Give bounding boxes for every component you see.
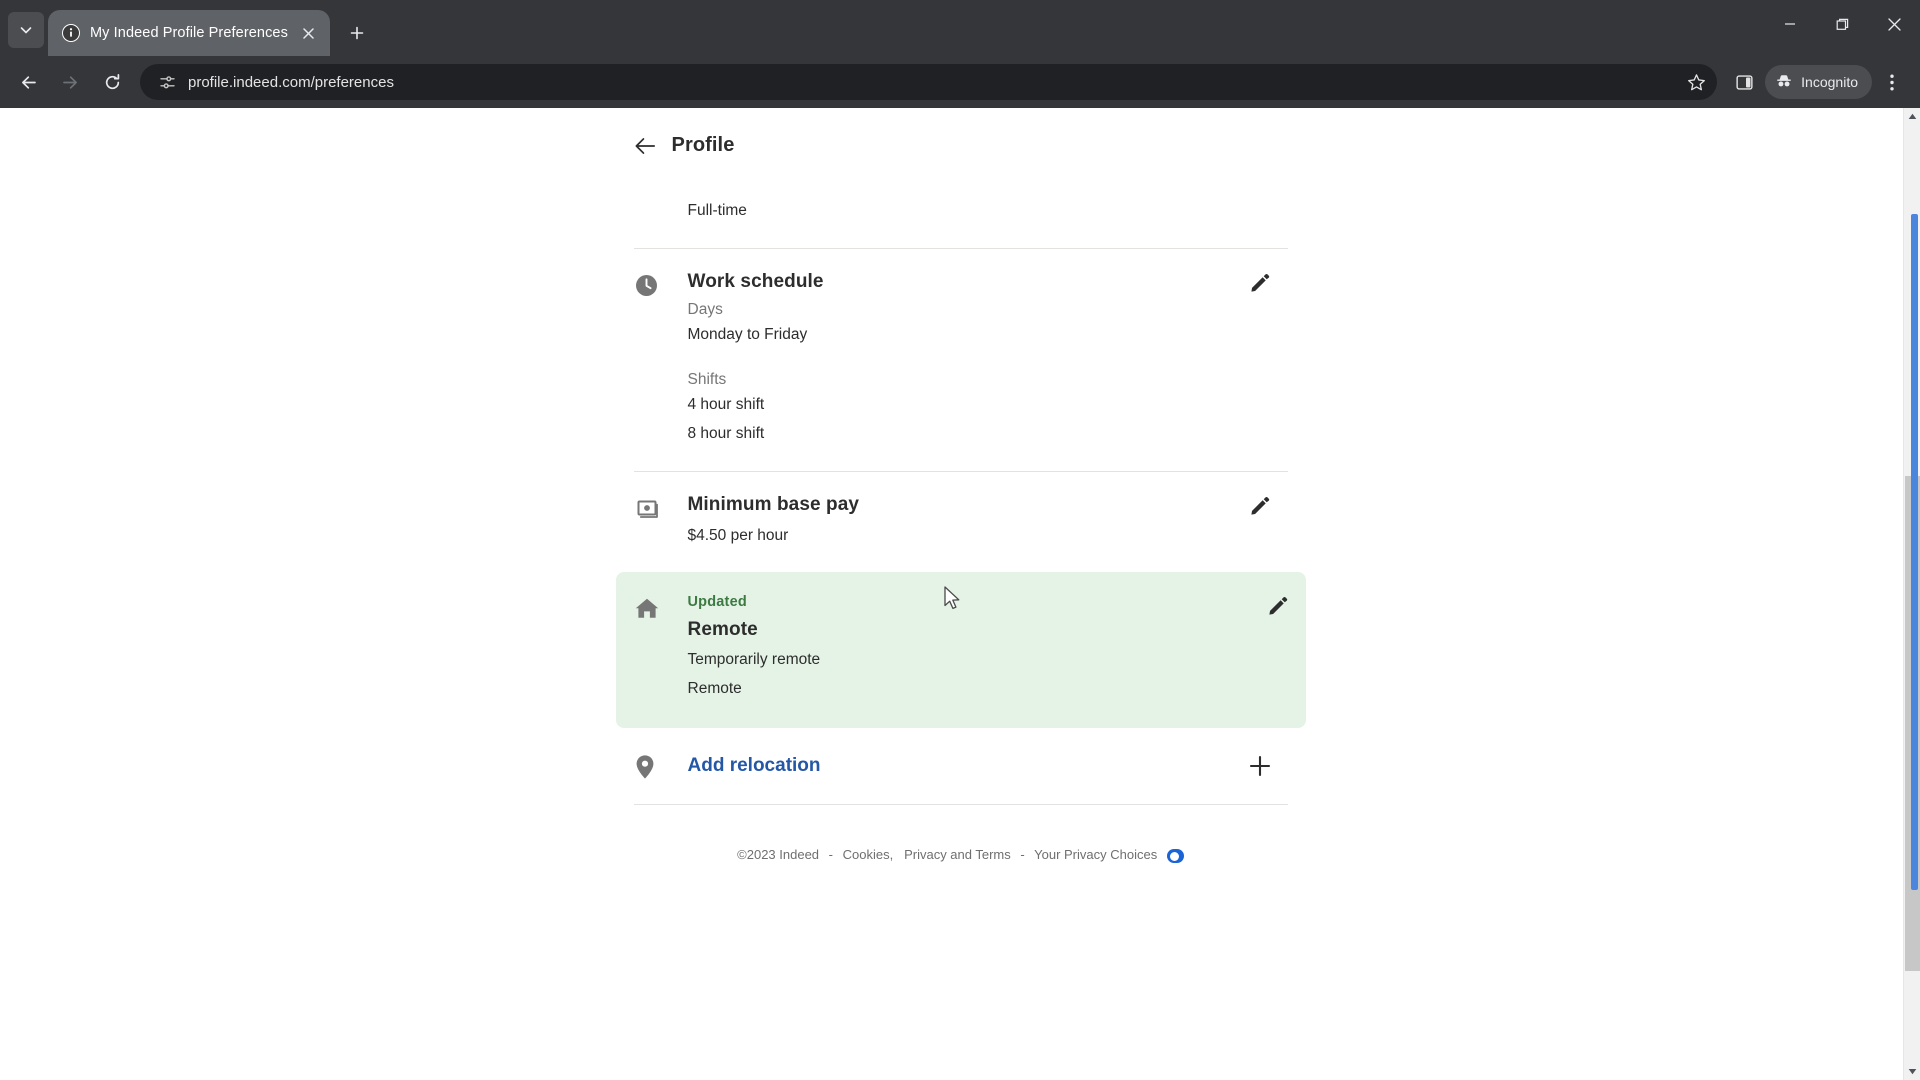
page-title: Profile <box>671 134 735 156</box>
section-remote-updated-card: Updated Remote Temporarily remote Remote <box>615 572 1306 728</box>
add-relocation-row[interactable]: Add relocation <box>634 728 1288 804</box>
remote-title: Remote <box>687 619 758 641</box>
browser-menu-icon[interactable] <box>1874 64 1910 100</box>
partial-row-body: Full-time <box>688 197 1232 226</box>
shift-value-1: 4 hour shift <box>687 396 765 414</box>
maximize-icon[interactable] <box>1816 0 1868 48</box>
back-arrow-icon[interactable] <box>634 136 656 156</box>
window-controls <box>1764 0 1920 48</box>
remote-card-body: Updated Remote Temporarily remote Remote <box>688 594 1250 703</box>
work-schedule-body: Work schedule Days Monday to Friday Shif… <box>688 271 1232 449</box>
incognito-label: Incognito <box>1801 74 1858 90</box>
reload-icon[interactable] <box>92 62 132 102</box>
partial-row-icon-slot <box>634 197 688 226</box>
section-minimum-base-pay: Minimum base pay $4.50 per hour <box>634 472 1288 573</box>
days-value: Monday to Friday <box>687 325 808 343</box>
info-favicon <box>62 24 80 42</box>
partial-job-type-row: Full-time <box>634 157 1288 248</box>
footer-privacy-link[interactable]: Privacy and Terms <box>904 847 1011 862</box>
clock-icon <box>634 271 688 449</box>
browser-toolbar: profile.indeed.com/preferences Incognito <box>0 56 1920 108</box>
edit-remote-button[interactable] <box>1250 594 1306 703</box>
minimize-icon[interactable] <box>1764 0 1816 48</box>
section-work-schedule: Work schedule Days Monday to Friday Shif… <box>634 249 1288 471</box>
tab-strip: My Indeed Profile Preferences <box>0 0 1920 56</box>
close-icon[interactable] <box>298 22 320 44</box>
edit-minimum-base-pay-button[interactable] <box>1232 494 1288 551</box>
days-label: Days <box>687 300 723 318</box>
badge-dot-icon <box>1169 851 1179 861</box>
footer-privacy-choices-link[interactable]: Your Privacy Choices <box>1034 847 1157 862</box>
job-type-value: Full-time <box>687 202 747 219</box>
location-pin-icon <box>634 752 688 780</box>
footer-cookies-link[interactable]: Cookies, <box>843 847 894 862</box>
page-header: Profile <box>634 108 1288 157</box>
footer-copyright: ©2023 Indeed <box>737 846 820 862</box>
tab-search-button[interactable] <box>8 12 44 48</box>
back-icon[interactable] <box>8 62 48 102</box>
footer-separator-2: - <box>1020 846 1025 862</box>
window-close-icon[interactable] <box>1868 0 1920 48</box>
new-tab-button[interactable] <box>340 16 374 50</box>
side-panel-icon[interactable] <box>1725 63 1763 101</box>
shifts-label: Shifts <box>687 371 727 389</box>
partial-row-edit-slot <box>1232 197 1288 226</box>
url-text[interactable]: profile.indeed.com/preferences <box>188 74 1681 91</box>
address-bar[interactable]: profile.indeed.com/preferences <box>140 64 1718 100</box>
edit-work-schedule-button[interactable] <box>1232 271 1288 449</box>
section-title: Work schedule <box>687 270 824 292</box>
add-relocation-button[interactable] <box>1232 755 1288 777</box>
pay-value: $4.50 per hour <box>687 526 789 544</box>
browser-window: My Indeed Profile Preferences profile.in… <box>0 0 1920 1080</box>
privacy-choices-badge[interactable] <box>1166 849 1184 864</box>
remote-value-2: Remote <box>687 680 742 698</box>
page-content: Profile Full-time Work schedule Days Mon… <box>0 108 1903 1080</box>
profile-preferences-column: Profile Full-time Work schedule Days Mon… <box>615 108 1306 864</box>
status-badge: Updated <box>687 594 747 611</box>
tab-title: My Indeed Profile Preferences <box>90 25 288 41</box>
minimum-base-pay-body: Minimum base pay $4.50 per hour <box>688 494 1232 551</box>
scroll-up-arrow-icon[interactable] <box>1904 108 1920 125</box>
forward-icon <box>50 62 90 102</box>
page-viewport: Profile Full-time Work schedule Days Mon… <box>0 108 1920 1080</box>
scroll-down-arrow-icon[interactable] <box>1904 1063 1920 1080</box>
incognito-icon <box>1775 72 1793 93</box>
remote-value-1: Temporarily remote <box>687 651 821 669</box>
incognito-indicator[interactable]: Incognito <box>1765 65 1872 99</box>
home-icon <box>634 594 688 703</box>
site-settings-icon[interactable] <box>154 69 180 95</box>
browser-tab[interactable]: My Indeed Profile Preferences <box>48 10 330 56</box>
focus-highlight-rail <box>1911 214 1918 890</box>
money-icon <box>634 494 688 551</box>
section-title: Minimum base pay <box>687 493 860 515</box>
add-relocation-label[interactable]: Add relocation <box>688 755 1232 777</box>
footer-separator: - <box>828 846 833 862</box>
shift-value-2: 8 hour shift <box>687 425 765 443</box>
page-footer: ©2023 Indeed - Cookies, Privacy and Term… <box>634 805 1288 864</box>
bookmark-star-icon[interactable] <box>1681 67 1711 97</box>
